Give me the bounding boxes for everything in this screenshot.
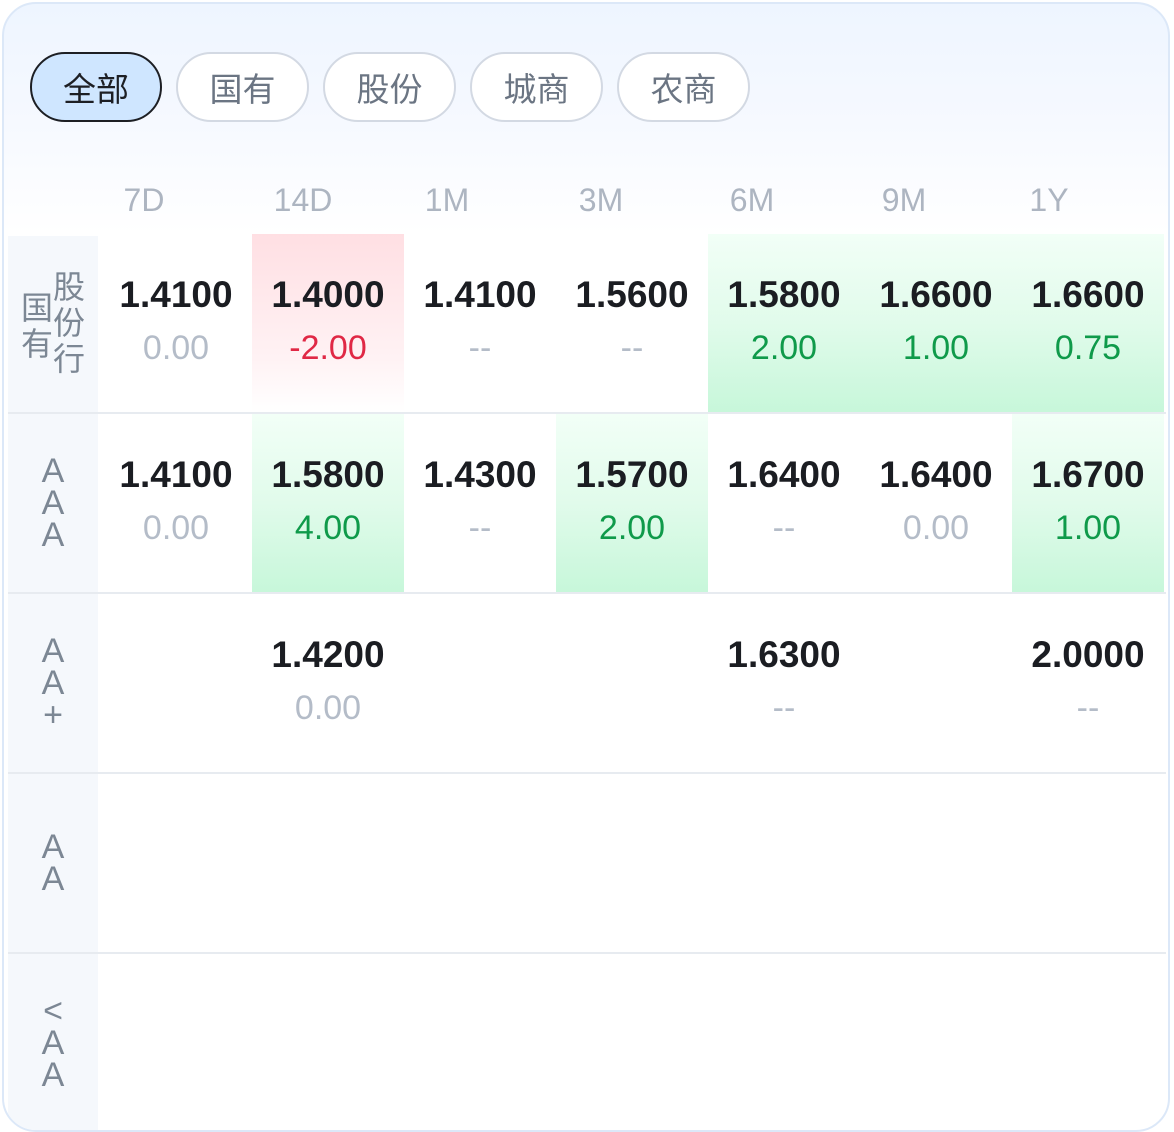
rate-cell-7d[interactable]: 1.4100 0.00 [100,414,252,592]
column-header-1m: 1M [424,182,470,218]
rate-change: -- [1076,689,1100,727]
column-header-7d: 7D [123,182,165,218]
rate-cell-14d[interactable] [252,774,404,952]
rate-value: 1.5800 [271,454,385,495]
rate-cell-9m[interactable] [860,594,1012,772]
column-header-9m: 9M [881,182,927,218]
rate-cell-7d[interactable] [100,774,252,952]
rate-cell-3m[interactable] [556,954,708,1130]
row-label: AA [8,774,98,952]
rate-value: 1.4000 [271,274,385,315]
rate-cell-14d[interactable] [252,954,404,1130]
rate-cell-1y[interactable]: 1.6700 1.00 [1012,414,1164,592]
tab-joint-stock[interactable]: 股份 [323,52,456,122]
tab-all[interactable]: 全部 [30,52,162,122]
rate-value: 1.4200 [271,634,385,675]
rate-value: 1.6400 [727,454,841,495]
row-label: A A + [8,594,98,772]
rate-cell-14d[interactable]: 1.4000 -2.00 [252,234,404,412]
rate-change: -- [468,329,492,367]
rate-value: 1.4100 [423,274,537,315]
table-row-aa: AA [8,774,1166,954]
rate-cell-1m[interactable] [404,594,556,772]
rate-change: -- [468,509,492,547]
rate-cell-3m[interactable] [556,774,708,952]
row-label-left: 国有 [20,289,53,363]
rate-cell-3m[interactable]: 1.5700 2.00 [556,414,708,592]
rate-change: 0.00 [142,329,210,367]
rate-cell-6m[interactable] [708,774,860,952]
rate-change: -- [772,509,796,547]
rate-cell-6m[interactable]: 1.6400 -- [708,414,860,592]
rate-value: 1.4100 [119,454,233,495]
rate-value: 1.6600 [1031,274,1145,315]
rate-change: 0.00 [142,509,210,547]
row-label-text: AAA [41,452,65,554]
rate-change: -2.00 [289,329,367,367]
rates-card: 全部 国有 股份 城商 农商 7D 14D 1M 3M 6M 9M 1Y 国有股… [2,2,1170,1132]
rate-cell-1m[interactable]: 1.4300 -- [404,414,556,592]
rate-cell-7d[interactable] [100,594,252,772]
row-label: AAA [8,414,98,592]
rate-value: 1.6700 [1031,454,1145,495]
rate-cell-14d[interactable]: 1.5800 4.00 [252,414,404,592]
rate-cell-14d[interactable]: 1.4200 0.00 [252,594,404,772]
tab-state-owned[interactable]: 国有 [176,52,309,122]
rate-change: 0.00 [294,689,362,727]
rate-value: 1.4300 [423,454,537,495]
rate-cell-6m[interactable]: 1.6300 -- [708,594,860,772]
table-row-aaa: A A A 1.4100 0.00 1.5800 4.00 1.4300 -- 1.5700 2.0… [8,414,1166,594]
rate-cell-9m[interactable]: 1.6600 1.00 [860,234,1012,412]
rate-value: 1.6600 [879,274,993,315]
row-label-text: A A + [41,632,65,734]
rate-cell-6m[interactable] [708,954,860,1130]
rate-cell-9m[interactable] [860,954,1012,1130]
rate-cell-9m[interactable] [860,774,1012,952]
rate-cell-1y[interactable] [1012,774,1164,952]
rate-value: 1.4100 [119,274,233,315]
rate-cell-3m[interactable] [556,594,708,772]
rate-value: 1.6300 [727,634,841,675]
bank-type-tabs: 全部 国有 股份 城商 农商 [30,52,750,122]
rate-cell-3m[interactable]: 1.5600 -- [556,234,708,412]
rate-cell-6m[interactable]: 1.5800 2.00 [708,234,860,412]
rate-change: 0.75 [1054,329,1122,367]
rate-change: -- [772,689,796,727]
rate-cell-1m[interactable] [404,774,556,952]
rate-cell-9m[interactable]: 1.6400 0.00 [860,414,1012,592]
rate-value: 1.5700 [575,454,689,495]
table-row-below-aa: < A A [8,954,1166,1130]
rate-cell-1y[interactable]: 1.6600 0.75 [1012,234,1164,412]
row-label-right: 股份行 [53,268,86,378]
table-row-aa-plus: A A + 1.4200 0.00 1.6300 -- 2.0000 -- [8,594,1166,774]
rate-change: 1.00 [902,329,970,367]
rate-cell-1y[interactable] [1012,954,1164,1130]
rate-change: 2.00 [598,509,666,547]
row-label: 国有股份行 [8,234,98,412]
column-header-3m: 3M [578,182,624,218]
rate-change: -- [620,329,644,367]
column-header-1y: 1Y [1029,182,1069,218]
rate-cell-1y[interactable]: 2.0000 -- [1012,594,1164,772]
rate-cell-1m[interactable]: 1.4100 -- [404,234,556,412]
rate-cell-1m[interactable] [404,954,556,1130]
row-label-text: AA [41,828,65,898]
rate-change: 4.00 [294,509,362,547]
rate-value: 2.0000 [1031,634,1145,675]
rate-value: 1.5600 [575,274,689,315]
rate-cell-7d[interactable] [100,954,252,1130]
row-label-text: < A A [41,992,65,1094]
rate-value: 1.5800 [727,274,841,315]
tab-city-commercial[interactable]: 城商 [470,52,603,122]
rate-change: 0.00 [902,509,970,547]
tab-rural-commercial[interactable]: 农商 [617,52,750,122]
rate-value: 1.6400 [879,454,993,495]
row-label: < A A [8,954,98,1130]
column-header-14d: 14D [273,182,333,218]
rate-change: 2.00 [750,329,818,367]
table-row-state-joint-stock: 国有股份行 1.4100 0.00 1.4000 -2.00 1.4100 -- 1.5600… [8,234,1166,414]
column-header-6m: 6M [729,182,775,218]
rate-cell-7d[interactable]: 1.4100 0.00 [100,234,252,412]
rate-change: 1.00 [1054,509,1122,547]
